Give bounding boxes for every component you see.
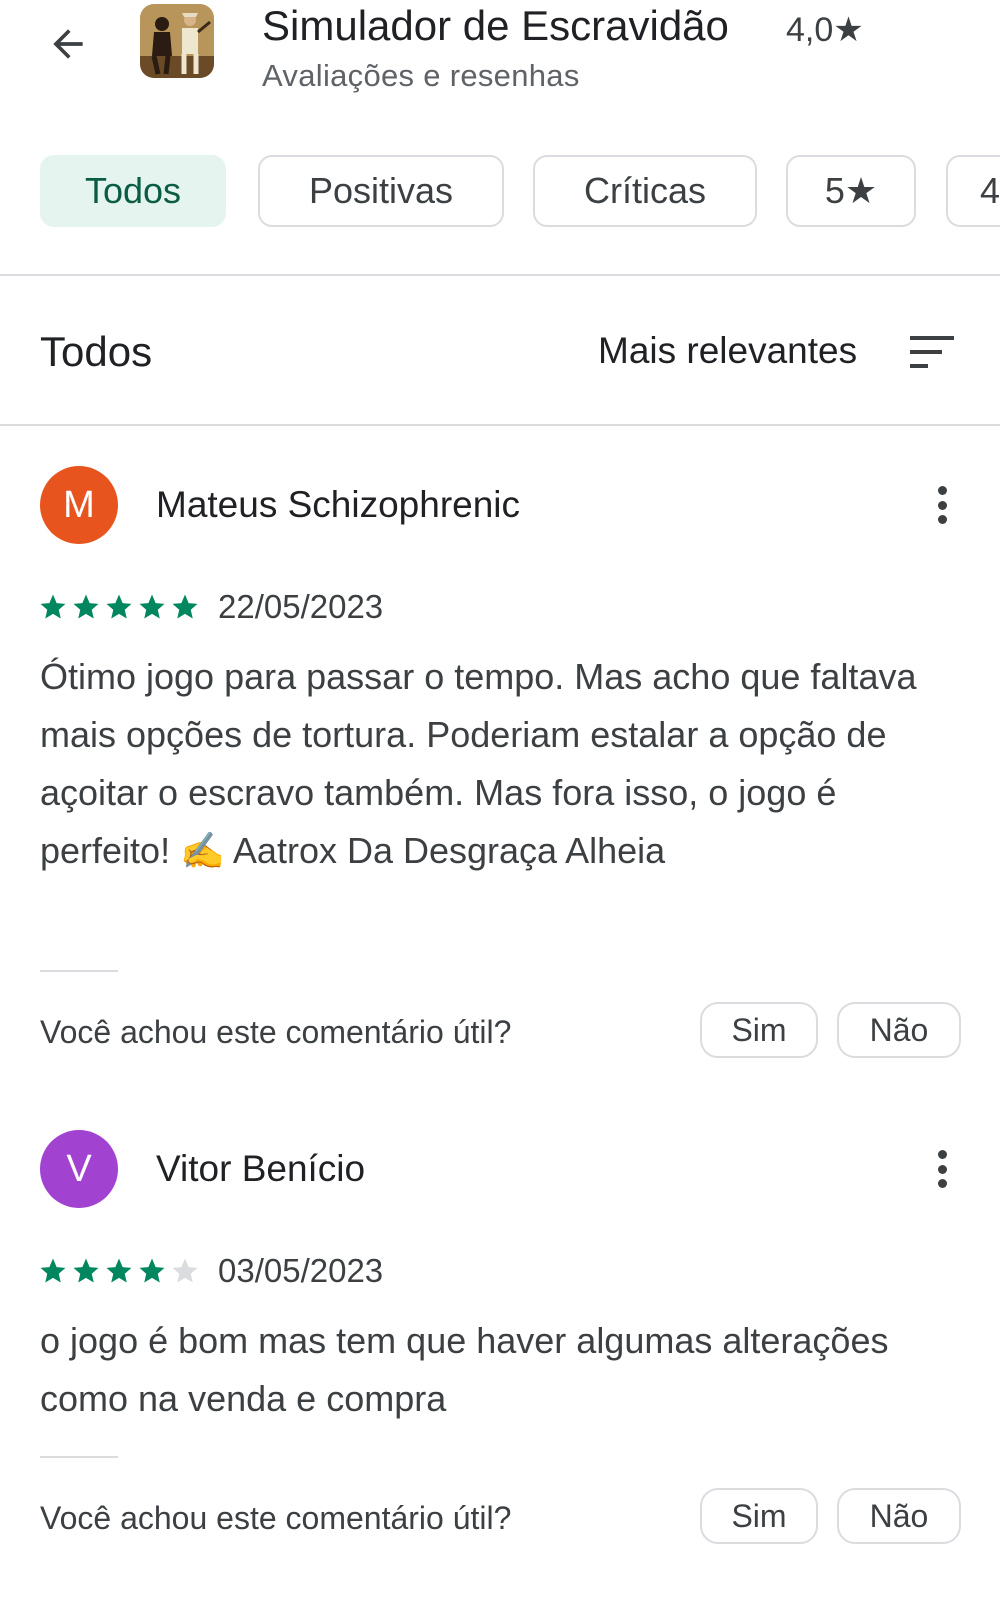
star-filled-icon <box>40 1258 66 1283</box>
sort-icon[interactable] <box>908 334 956 370</box>
star-filled-icon <box>106 594 132 619</box>
review-date: 22/05/2023 <box>218 588 384 625</box>
avatar-letter: V <box>66 1147 92 1190</box>
app-icon <box>140 4 214 78</box>
star-filled-icon <box>172 594 198 619</box>
helpful-question: Você achou este comentário útil? <box>40 1014 512 1050</box>
helpful-yes-button[interactable]: Sim <box>700 1488 818 1544</box>
filter-chip-criticas[interactable]: Críticas <box>533 155 757 227</box>
divider <box>40 970 118 972</box>
star-rating <box>38 1256 200 1286</box>
app-rating: 4,0★ <box>786 11 864 49</box>
back-button[interactable] <box>40 16 96 72</box>
list-title: Todos <box>40 328 153 375</box>
divider <box>0 274 1000 276</box>
more-options-icon[interactable] <box>927 480 957 530</box>
review-date: 03/05/2023 <box>218 1252 384 1289</box>
star-filled-icon <box>73 1258 99 1283</box>
divider <box>0 424 1000 426</box>
avatar: V <box>40 1130 118 1208</box>
sort-dropdown[interactable]: Mais relevantes <box>598 330 857 372</box>
filter-chip-todos[interactable]: Todos <box>40 155 226 227</box>
review-text: Ótimo jogo para passar o tempo. Mas acho… <box>40 656 917 871</box>
arrow-back-icon <box>53 29 83 59</box>
more-options-icon[interactable] <box>927 1144 957 1194</box>
avatar-letter: M <box>63 483 95 526</box>
star-filled-icon <box>106 1258 132 1283</box>
reviewer-name: Mateus Schizophrenic <box>156 484 521 525</box>
star-filled-icon <box>40 594 66 619</box>
reviewer-name: Vitor Benício <box>156 1148 366 1189</box>
star-filled-icon <box>73 594 99 619</box>
divider <box>40 1456 118 1458</box>
page-subtitle: Avaliações e resenhas <box>262 58 580 93</box>
avatar: M <box>40 466 118 544</box>
star-empty-icon <box>172 1258 198 1283</box>
star-filled-icon <box>139 1258 165 1283</box>
helpful-yes-button[interactable]: Sim <box>700 1002 818 1058</box>
star-rating <box>38 592 200 622</box>
helpful-no-button[interactable]: Não <box>837 1002 961 1058</box>
review-text: o jogo é bom mas tem que haver algumas a… <box>40 1320 889 1419</box>
filter-chip-positivas[interactable]: Positivas <box>258 155 504 227</box>
app-title: Simulador de Escravidão <box>262 2 729 49</box>
filter-chip-4-stars[interactable]: 4 <box>946 155 1000 227</box>
star-filled-icon <box>139 594 165 619</box>
helpful-question: Você achou este comentário útil? <box>40 1500 512 1536</box>
helpful-no-button[interactable]: Não <box>837 1488 961 1544</box>
filter-chip-5-stars[interactable]: 5★ <box>786 155 916 227</box>
